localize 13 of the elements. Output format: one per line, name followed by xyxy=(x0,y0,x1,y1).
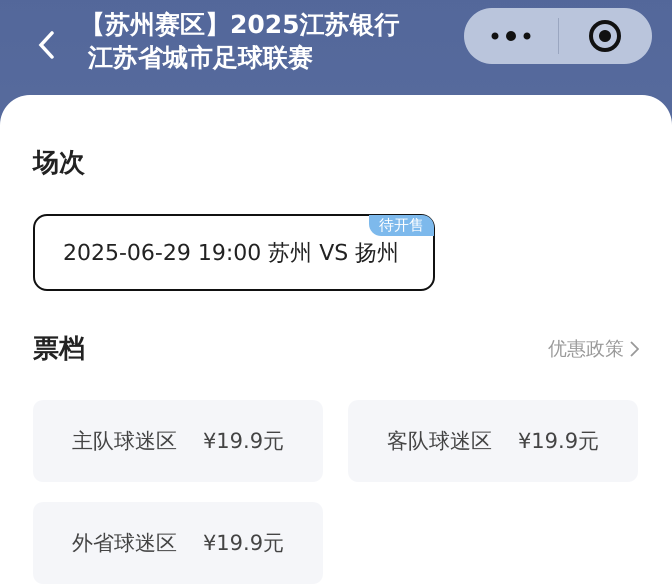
page-title: 【苏州赛区】2025江苏银行 xyxy=(80,9,400,41)
section-title: 票档 xyxy=(33,333,85,366)
target-icon xyxy=(588,19,622,53)
session-label: 2025-06-29 19:00 苏州 VS 扬州 xyxy=(63,240,400,268)
status-badge: 待开售 xyxy=(369,215,434,236)
more-icon xyxy=(488,30,533,42)
ticket-option[interactable]: 主队球迷区 ¥19.9元 xyxy=(33,400,323,482)
ticket-option[interactable]: 外省球迷区 ¥19.9元 xyxy=(33,502,323,584)
chevron-right-icon xyxy=(630,340,639,356)
ticket-option[interactable]: 客队球迷区 ¥19.9元 xyxy=(348,400,638,482)
section-title: 场次 xyxy=(33,147,86,180)
session-option[interactable]: 待开售 2025-06-29 19:00 苏州 VS 扬州 xyxy=(33,214,435,291)
page-title: 江苏省城市足球联赛 xyxy=(88,42,314,74)
